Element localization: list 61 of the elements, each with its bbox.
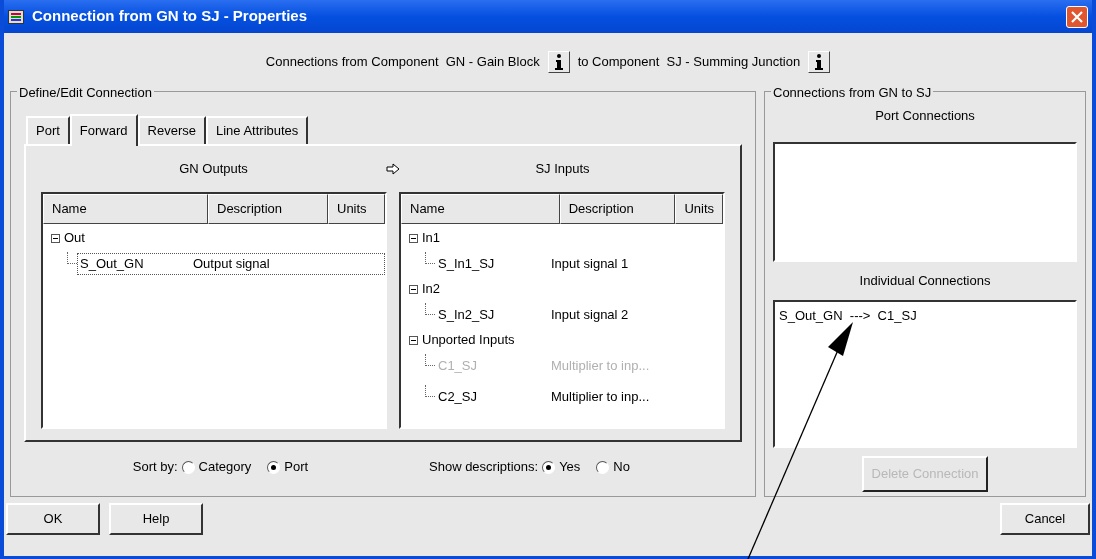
info-button[interactable] — [547, 51, 570, 73]
header-text: Connections from Component GN - Gain Block — [265, 53, 540, 72]
radio-label: Yes — [559, 458, 581, 477]
column-header[interactable]: Name — [43, 194, 208, 224]
radio-label: Category — [198, 458, 252, 477]
tree-node[interactable]: Out — [64, 228, 85, 248]
collapse-icon[interactable] — [51, 233, 60, 243]
item-name: C1_SJ — [437, 356, 479, 375]
column-header[interactable]: Description — [208, 194, 328, 224]
sort-by-label: Sort by: — [132, 458, 178, 477]
info-icon — [554, 54, 563, 70]
info-icon — [815, 54, 824, 70]
column-header[interactable]: Description — [559, 194, 676, 224]
tab[interactable]: Forward — [69, 114, 138, 146]
list-title: SJ Inputs — [534, 160, 591, 179]
tab[interactable]: Port — [26, 116, 70, 144]
tree-node[interactable]: In1 — [422, 228, 441, 248]
tree-node[interactable]: In2 — [422, 279, 441, 299]
column-header[interactable]: Name — [401, 194, 560, 224]
item-name: S_Out_GN — [79, 254, 145, 273]
item-description: Multiplier to inp... — [551, 387, 650, 406]
connection-item[interactable]: S_Out_GN ---> C1_SJ — [779, 306, 1071, 326]
item-description: Input signal 2 — [551, 305, 629, 324]
header-text: to Component SJ - Summing Junction — [577, 53, 801, 72]
item-name: S_In1_SJ — [437, 254, 496, 273]
radio-button[interactable] — [181, 460, 195, 474]
item-description: Input signal 1 — [551, 254, 629, 273]
close-button[interactable] — [1066, 5, 1088, 28]
tree-row[interactable]: S_In2_SJ Input signal 2 — [435, 303, 723, 326]
section-title: Individual Connections — [859, 272, 991, 291]
section-title: Port Connections — [875, 107, 975, 125]
show-descriptions-label: Show descriptions: — [429, 458, 539, 477]
tree-row[interactable]: C2_SJ Multiplier to inp... — [435, 385, 723, 408]
window-title: Connection from GN to SJ - Properties — [32, 6, 309, 27]
radio-button[interactable] — [596, 460, 610, 474]
radio-label: Port — [284, 458, 309, 477]
app-icon — [8, 9, 24, 24]
item-name: S_In2_SJ — [437, 305, 496, 324]
info-button[interactable] — [808, 51, 831, 73]
close-icon — [1071, 10, 1083, 23]
radio-label: No — [613, 458, 630, 477]
collapse-icon[interactable] — [409, 284, 418, 294]
radio-button[interactable] — [542, 460, 556, 474]
column-header[interactable]: Units — [328, 194, 385, 224]
collapse-icon[interactable] — [409, 233, 418, 243]
item-description: Multiplier to inp... — [551, 356, 650, 375]
radio-button[interactable] — [267, 460, 281, 474]
dialog-button[interactable]: Help — [109, 503, 203, 535]
item-name: C2_SJ — [437, 387, 479, 406]
tree-row[interactable]: S_In1_SJ Input signal 1 — [435, 252, 723, 275]
dialog-button[interactable]: Cancel — [1000, 503, 1090, 535]
tree-row[interactable]: S_Out_GN Output signal — [77, 252, 385, 275]
list-title: GN Outputs — [178, 160, 249, 179]
right-arrow-icon — [386, 163, 400, 175]
dialog-button[interactable]: OK — [6, 503, 100, 535]
tab[interactable]: Reverse — [137, 116, 206, 144]
tree-node[interactable]: Unported Inputs — [422, 330, 515, 350]
collapse-icon[interactable] — [409, 335, 418, 345]
column-header[interactable]: Units — [675, 194, 723, 224]
item-description: Output signal — [193, 254, 270, 273]
tab[interactable]: Line Attributes — [205, 116, 309, 144]
